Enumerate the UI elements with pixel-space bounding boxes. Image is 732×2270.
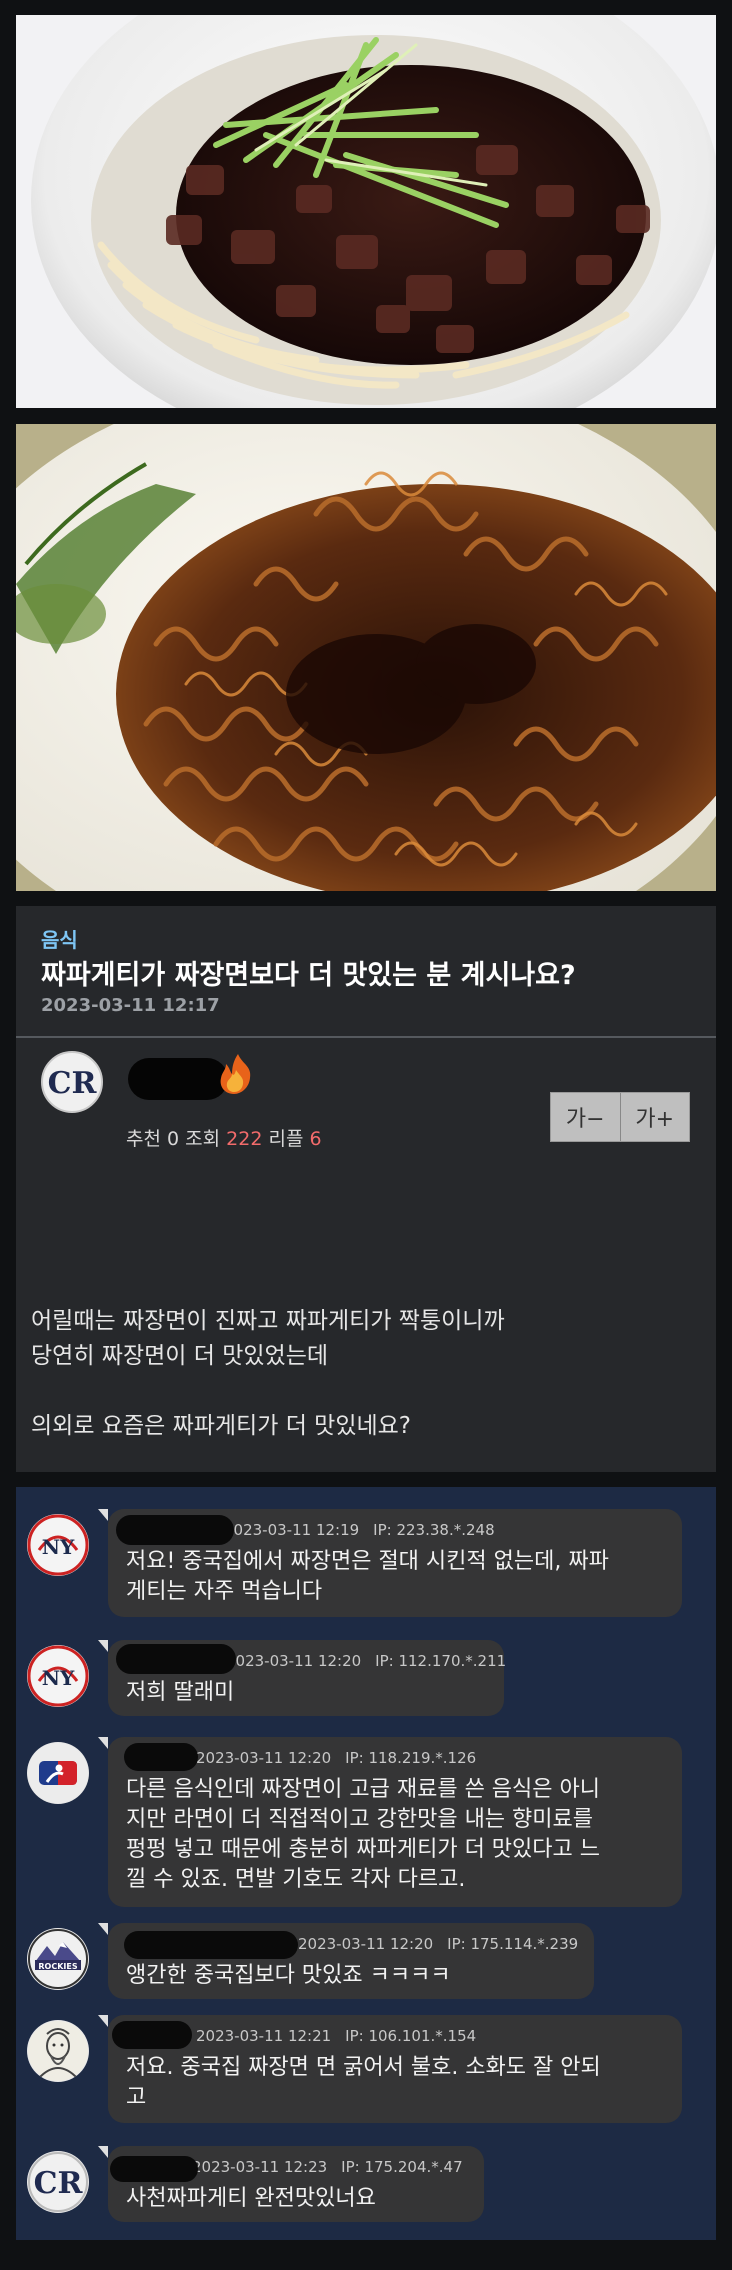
- comment-date: 2023-03-11 12:20: [226, 1652, 362, 1670]
- rockies-cr-logo-icon[interactable]: CR: [41, 1051, 103, 1113]
- commenter-name-redacted[interactable]: [116, 1644, 236, 1674]
- comment-ip: IP: 175.204.*.47: [341, 2158, 463, 2176]
- post-stats: 추천 0 조회 222 리플 6: [126, 1124, 322, 1151]
- views-count: 222: [226, 1128, 263, 1150]
- comment-item: NY 2023-03-11 12:19 IP: 223.38.*.248 저요! …: [16, 1509, 716, 1619]
- commenter-name-redacted[interactable]: [124, 1931, 298, 1959]
- commenter-name-redacted[interactable]: [116, 1515, 234, 1545]
- divider: [16, 1036, 716, 1038]
- comment-item: ROCKIES 2023-03-11 12:20 IP: 175.114.*.23…: [16, 1923, 716, 2001]
- yankees-logo-icon[interactable]: NY: [27, 1645, 89, 1707]
- recommend-label: 추천: [126, 1128, 161, 1150]
- svg-text:CR: CR: [34, 2166, 84, 2201]
- post-date: 2023-03-11 12:17: [41, 995, 220, 1016]
- post-body-line: 당연히 짜장면이 더 맛있었는데: [31, 1343, 329, 1369]
- flame-icon: [216, 1052, 258, 1096]
- comment-text-line: 게티는 자주 먹습니다: [126, 1579, 323, 1604]
- rockies-cr-logo-icon[interactable]: CR: [27, 2151, 89, 2213]
- comment-ip: IP: 175.114.*.239: [447, 1935, 579, 1953]
- comment-ip: IP: 112.170.*.211: [375, 1652, 507, 1670]
- comment-date: 2023-03-11 12:21: [196, 2027, 332, 2045]
- svg-text:ROCKIES: ROCKIES: [38, 1962, 77, 1971]
- comment-date: 2023-03-11 12:20: [196, 1749, 332, 1767]
- portrait-avatar-icon[interactable]: [27, 2020, 89, 2082]
- comment-list: NY 2023-03-11 12:19 IP: 223.38.*.248 저요! …: [16, 1487, 716, 2240]
- comment-ip: IP: 223.38.*.248: [373, 1521, 495, 1539]
- commenter-name-redacted[interactable]: [112, 2021, 192, 2049]
- comment-item: 2023-03-11 12:20 IP: 118.219.*.126 다른 음식인…: [16, 1737, 716, 1909]
- svg-text:NY: NY: [42, 1666, 75, 1690]
- comment-item: 2023-03-11 12:21 IP: 106.101.*.154 저요. 중국…: [16, 2015, 716, 2125]
- comment-text-line: 펑펑 넣고 때문에 충분히 짜파게티가 더 맛있다고 느: [126, 1837, 600, 1862]
- comment-text-line: 다른 음식인데 짜장면이 고급 재료를 쓴 음식은 아니: [126, 1777, 600, 1802]
- comment-text-line: 낄 수 있죠. 면발 기호도 각자 다르고.: [126, 1867, 466, 1892]
- svg-text:NY: NY: [42, 1535, 75, 1559]
- comment-text-line: 고: [126, 2085, 147, 2110]
- comment-text-line: 저요. 중국집 짜장면 면 굵어서 불호. 소화도 잘 안되: [126, 2055, 601, 2080]
- replies-count: 6: [309, 1128, 322, 1150]
- comment-text-line: 저요! 중국집에서 짜장면은 절대 시킨적 없는데, 짜파: [126, 1549, 609, 1574]
- rockies-logo-icon[interactable]: ROCKIES: [27, 1928, 89, 1990]
- comment-text-line: 지만 라면이 더 직접적이고 강한맛을 내는 향미료를: [126, 1807, 594, 1832]
- comment-ip: IP: 118.219.*.126: [345, 1749, 477, 1767]
- replies-label: 리플: [268, 1128, 304, 1150]
- jjajangmyeon-photo: [16, 15, 716, 408]
- font-increase-button[interactable]: 가+: [621, 1093, 690, 1141]
- svg-text:CR: CR: [48, 1066, 98, 1101]
- recommend-count: 0: [167, 1128, 180, 1150]
- comment-item: NY 2023-03-11 12:20 IP: 112.170.*.211 저희 …: [16, 1640, 716, 1718]
- mlb-logo-icon[interactable]: [27, 1742, 89, 1804]
- comment-text-line: 앵간한 중국집보다 맛있죠 ㅋㅋㅋㅋ: [126, 1963, 451, 1988]
- comment-date: 2023-03-11 12:19: [224, 1521, 360, 1539]
- commenter-name-redacted[interactable]: [124, 1743, 198, 1771]
- comment-text-line: 저희 딸래미: [126, 1680, 235, 1705]
- post-body: 어릴때는 짜장면이 진짜고 짜파게티가 짝퉁이니까 당연히 짜장면이 더 맛있었…: [31, 1304, 701, 1444]
- post-category[interactable]: 음식: [41, 924, 78, 953]
- commenter-name-redacted[interactable]: [110, 2156, 198, 2182]
- comment-item: CR 2023-03-11 12:23 IP: 175.204.*.47 사천짜파…: [16, 2146, 716, 2224]
- font-decrease-button[interactable]: 가−: [551, 1093, 621, 1141]
- font-size-controls: 가− 가+: [550, 1092, 690, 1142]
- views-label: 조회: [185, 1128, 221, 1150]
- comment-date: 2023-03-11 12:23: [192, 2158, 328, 2176]
- comment-date: 2023-03-11 12:20: [298, 1935, 434, 1953]
- jjapaghetti-photo: [16, 424, 716, 891]
- post-body-line: 의외로 요즘은 짜파게티가 더 맛있네요?: [31, 1413, 412, 1439]
- yankees-logo-icon[interactable]: NY: [27, 1514, 89, 1576]
- author-name-redacted[interactable]: [128, 1058, 228, 1100]
- post-body-line: 어릴때는 짜장면이 진짜고 짜파게티가 짝퉁이니까: [31, 1308, 505, 1334]
- comment-text-line: 사천짜파게티 완전맛있너요: [126, 2186, 376, 2211]
- comment-bubble: 2023-03-11 12:21 IP: 106.101.*.154 저요. 중국…: [98, 2015, 682, 2123]
- post-title: 짜파게티가 짜장면보다 더 맛있는 분 계시나요?: [41, 960, 576, 991]
- post-container: 음식 짜파게티가 짜장면보다 더 맛있는 분 계시나요? 2023-03-11 …: [16, 906, 716, 1472]
- comment-ip: IP: 106.101.*.154: [345, 2027, 477, 2045]
